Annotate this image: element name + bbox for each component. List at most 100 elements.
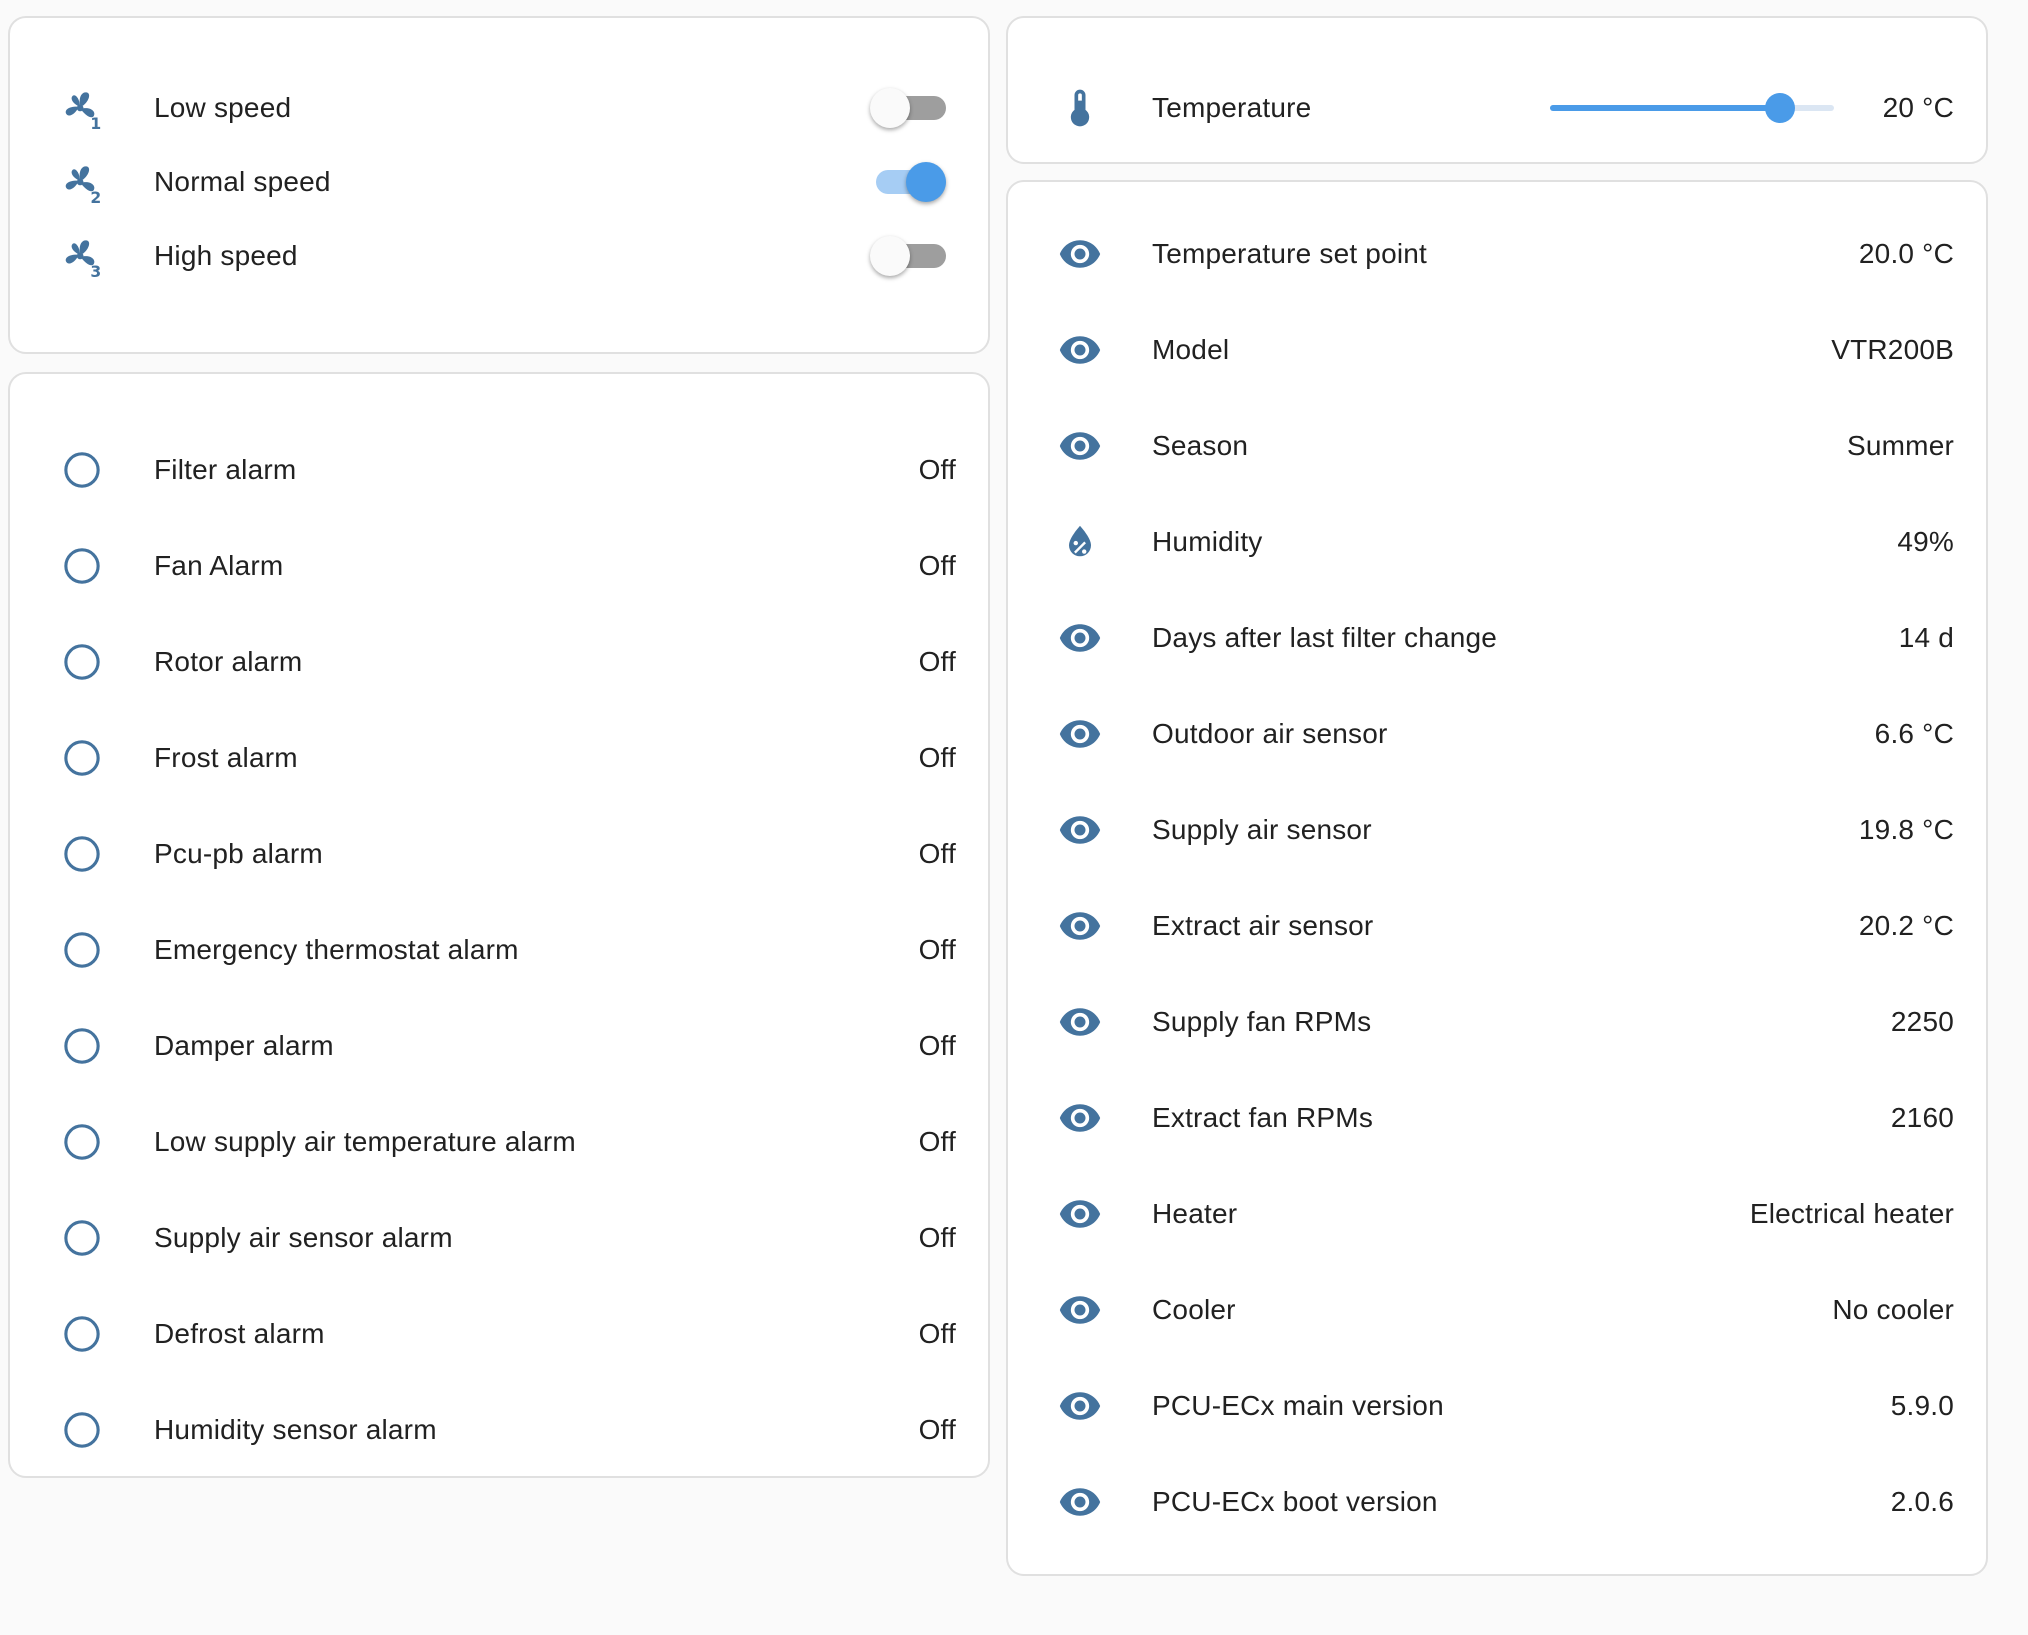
eye-icon [1058,712,1102,756]
sensor-row-pcu-ecx-main-version[interactable]: PCU-ECx main version 5.9.0 [1008,1370,1986,1442]
alarms-card: Filter alarm Off Fan Alarm Off Rotor alarm Of… [8,372,990,1478]
temperature-label: Temperature [1152,92,1312,123]
fan-speed-3-icon: 3 [60,234,104,278]
sensor-label: Temperature set point [1152,238,1428,269]
alarm-state: Off [918,1414,956,1445]
sensor-value: No cooler [1832,1294,1954,1325]
low-speed-toggle[interactable] [870,88,946,128]
fan-row-normal-speed[interactable]: 2 Normal speed [10,146,988,218]
sensor-row-model[interactable]: Model VTR200B [1008,314,1986,386]
sensor-value: Summer [1847,430,1954,461]
sensor-row-heater[interactable]: Heater Electrical heater [1008,1178,1986,1250]
sensor-row-days-after-last-filter-change[interactable]: Days after last filter change 14 d [1008,602,1986,674]
circle-outline-icon [60,1408,104,1452]
alarm-label: Defrost alarm [154,1318,325,1349]
alarm-state: Off [918,454,956,485]
alarm-row-fan-alarm[interactable]: Fan Alarm Off [10,530,988,602]
circle-outline-icon [60,1120,104,1164]
circle-outline-icon [60,1216,104,1260]
alarm-label: Emergency thermostat alarm [154,934,519,965]
high-speed-toggle[interactable] [870,236,946,276]
sensor-row-extract-air-sensor[interactable]: Extract air sensor 20.2 °C [1008,890,1986,962]
sensor-label: Extract air sensor [1152,910,1374,941]
alarm-state: Off [918,742,956,773]
sensor-value: 5.9.0 [1890,1390,1954,1421]
sensor-label: Outdoor air sensor [1152,718,1388,749]
eye-icon [1058,1288,1102,1332]
sensor-label: Cooler [1152,1294,1236,1325]
temperature-card: Temperature 20 °C [1006,16,1988,164]
humidity-percent-icon [1058,520,1102,564]
sensor-row-outdoor-air-sensor[interactable]: Outdoor air sensor 6.6 °C [1008,698,1986,770]
sensor-row-supply-air-sensor[interactable]: Supply air sensor 19.8 °C [1008,794,1986,866]
alarm-row-rotor-alarm[interactable]: Rotor alarm Off [10,626,988,698]
sensor-value: 20.2 °C [1858,910,1954,941]
alarm-row-frost-alarm[interactable]: Frost alarm Off [10,722,988,794]
normal-speed-toggle[interactable] [870,162,946,202]
alarm-state: Off [918,1222,956,1253]
circle-outline-icon [60,736,104,780]
sensor-value: 19.8 °C [1858,814,1954,845]
toggle-knob [870,88,910,128]
sensor-value: 2250 [1890,1006,1954,1037]
alarm-state: Off [918,838,956,869]
slider-thumb[interactable] [1765,93,1796,123]
circle-outline-icon [60,1312,104,1356]
alarm-label: Fan Alarm [154,550,284,581]
eye-icon [1058,808,1102,852]
alarm-label: Pcu-pb alarm [154,838,323,869]
temperature-slider[interactable] [1550,88,1834,128]
fan-speed-1-icon: 1 [60,86,104,130]
alarm-label: Low supply air temperature alarm [154,1126,576,1157]
svg-text:3: 3 [90,263,101,278]
toggle-knob [870,236,910,276]
sensor-row-humidity[interactable]: Humidity 49% [1008,506,1986,578]
eye-icon [1058,1000,1102,1044]
circle-outline-icon [60,928,104,972]
alarm-label: Damper alarm [154,1030,334,1061]
sensor-row-extract-fan-rpms[interactable]: Extract fan RPMs 2160 [1008,1082,1986,1154]
slider-fill [1550,105,1781,111]
sensor-value: 2160 [1890,1102,1954,1133]
eye-icon [1058,904,1102,948]
circle-outline-icon [60,832,104,876]
circle-outline-icon [60,1024,104,1068]
alarm-state: Off [918,550,956,581]
alarm-row-supply-air-sensor-alarm[interactable]: Supply air sensor alarm Off [10,1202,988,1274]
alarm-row-humidity-sensor-alarm[interactable]: Humidity sensor alarm Off [10,1394,988,1466]
alarm-label: Humidity sensor alarm [154,1414,437,1445]
alarm-label: Rotor alarm [154,646,303,677]
alarm-row-filter-alarm[interactable]: Filter alarm Off [10,434,988,506]
sensor-value: 20.0 °C [1858,238,1954,269]
eye-icon [1058,424,1102,468]
alarm-row-emergency-thermostat-alarm[interactable]: Emergency thermostat alarm Off [10,914,988,986]
alarm-state: Off [918,646,956,677]
sensor-row-temperature-set-point[interactable]: Temperature set point 20.0 °C [1008,218,1986,290]
fan-label: Normal speed [154,166,331,197]
fan-row-low-speed[interactable]: 1 Low speed [10,72,988,144]
sensor-row-cooler[interactable]: Cooler No cooler [1008,1274,1986,1346]
sensor-label: Days after last filter change [1152,622,1498,653]
sensor-label: PCU-ECx main version [1152,1390,1444,1421]
sensor-row-supply-fan-rpms[interactable]: Supply fan RPMs 2250 [1008,986,1986,1058]
alarm-row-low-supply-air-temperature-alarm[interactable]: Low supply air temperature alarm Off [10,1106,988,1178]
alarm-row-damper-alarm[interactable]: Damper alarm Off [10,1010,988,1082]
sensor-row-season[interactable]: Season Summer [1008,410,1986,482]
eye-icon [1058,1480,1102,1524]
sensor-row-pcu-ecx-boot-version[interactable]: PCU-ECx boot version 2.0.6 [1008,1466,1986,1538]
circle-outline-icon [60,640,104,684]
sensor-value: Electrical heater [1749,1198,1954,1229]
toggle-knob [906,162,946,202]
sensor-label: Supply fan RPMs [1152,1006,1372,1037]
alarm-label: Frost alarm [154,742,298,773]
alarm-row-pcu-pb-alarm[interactable]: Pcu-pb alarm Off [10,818,988,890]
fan-speed-card: 1 Low speed 2 Normal speed 3 High speed [8,16,990,354]
alarm-state: Off [918,1318,956,1349]
fan-row-high-speed[interactable]: 3 High speed [10,220,988,292]
alarm-row-defrost-alarm[interactable]: Defrost alarm Off [10,1298,988,1370]
temperature-value: 20 °C [1882,92,1954,123]
sensor-label: Extract fan RPMs [1152,1102,1374,1133]
thermometer-icon [1058,86,1102,130]
eye-icon [1058,1096,1102,1140]
sensor-label: Heater [1152,1198,1238,1229]
